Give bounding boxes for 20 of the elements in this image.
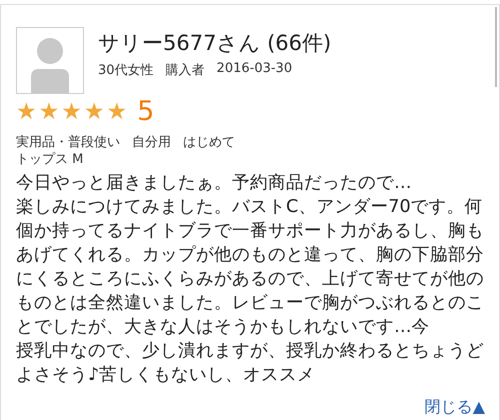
- star-icon: ★: [16, 98, 37, 126]
- review-tag: 実用品・普段使い: [16, 133, 120, 151]
- review-date: 2016-03-30: [216, 61, 292, 78]
- scrollbar[interactable]: [495, 7, 497, 87]
- star-icon: ★: [106, 98, 128, 126]
- close-link[interactable]: 閉じる▲: [424, 397, 485, 418]
- review-text: 授乳中なので、少し潰れますが、授乳か終わるとちょうどよさそう♪苦しくもないし、オススメ: [16, 340, 485, 387]
- size-info: トップス M: [16, 151, 84, 169]
- avatar-icon: [16, 27, 84, 94]
- review-text: 楽しみにつけてみました。バストC、アンダー70です。何個か持ってるナイトブラで一番サポート力があるし、胸もあげてくれる。カップが他のものと違って、胸の下脇部分にくるところにふくらみがあるので、上げて寄せてが他のものとは全然違いました。レビューで胸がつぶれるとのことでしたが、大きな人はそうかもしれないです…今: [16, 196, 485, 339]
- review-text: 今日やっと届きましたぁ。予約商品だったので…: [16, 172, 413, 195]
- review-tag: 自分用: [132, 133, 171, 151]
- rating-score: 5: [137, 97, 154, 127]
- review-tag: はじめて: [183, 133, 235, 151]
- star-icon: ★: [38, 98, 60, 126]
- reviewer-name: サリー5677さん (66件): [98, 30, 332, 57]
- buyer-label: 購入者: [166, 62, 205, 79]
- star-icon: ★: [84, 98, 104, 126]
- star-icon: ★: [61, 98, 82, 126]
- age-gender: 30代女性: [98, 62, 154, 79]
